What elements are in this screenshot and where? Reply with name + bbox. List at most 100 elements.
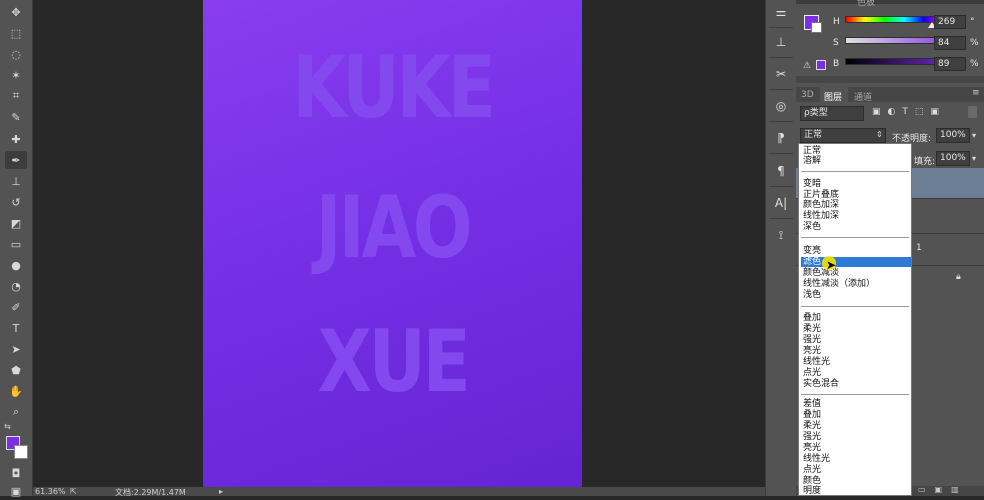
screen-mode-icon[interactable]: ▣ <box>5 482 27 500</box>
move-tool-icon[interactable]: ✥ <box>5 3 27 21</box>
swatches-tab[interactable]: 色板 <box>857 0 875 8</box>
cursor-arrow-icon: ➤ <box>826 258 837 272</box>
path-select-tool-icon[interactable]: ➤ <box>5 340 27 358</box>
shape-tool-icon[interactable]: ⬟ <box>5 361 27 379</box>
blend-option[interactable]: 柔光 <box>801 324 911 334</box>
blend-option[interactable]: 强光 <box>801 432 911 442</box>
tab-layers[interactable]: 图层 <box>824 90 842 103</box>
fill-arrow-icon[interactable]: ▾ <box>972 154 976 163</box>
blend-option[interactable]: 明度 <box>801 486 911 495</box>
healing-brush-tool-icon[interactable]: ✚ <box>5 130 27 148</box>
canvas-text-line-1: KUKE <box>292 38 496 138</box>
blend-option[interactable]: 线性减淡（添加） <box>801 279 911 289</box>
character-panel-icon[interactable]: A| <box>771 193 791 213</box>
zoom-level[interactable]: 61.36% <box>35 487 66 496</box>
brush-panel-icon[interactable]: ⁋ <box>771 128 791 148</box>
blend-mode-arrow-icon[interactable]: ⇕ <box>876 130 883 139</box>
doc-size: 文档:2.29M/1.47M <box>115 488 186 497</box>
fill-label: 填充: <box>914 157 936 167</box>
blend-option[interactable]: 颜色减淡 <box>801 268 911 278</box>
eraser-tool-icon[interactable]: ◩ <box>5 214 27 232</box>
canvas-text-line-2: JIAO <box>315 178 473 278</box>
blend-mode-select[interactable]: 正常 <box>800 128 886 143</box>
marquee-tool-icon[interactable]: ⬚ <box>5 24 27 42</box>
gradient-tool-icon[interactable]: ▭ <box>5 235 27 253</box>
s-label: S <box>833 38 839 48</box>
blend-option[interactable]: 差值 <box>801 399 911 409</box>
brightness-input[interactable]: 89 <box>934 57 966 71</box>
zoom-tool-icon[interactable]: ⌕ <box>5 403 27 421</box>
pen-tool-icon[interactable]: ✐ <box>5 298 27 316</box>
crop-tool-icon[interactable]: ⌗ <box>5 87 27 105</box>
quick-select-tool-icon[interactable]: ✶ <box>5 66 27 84</box>
type-tool-icon[interactable]: T <box>5 319 27 337</box>
clone-source-panel-icon[interactable]: ⊥ <box>771 32 791 52</box>
websafe-color-swatch[interactable] <box>816 60 826 70</box>
document-canvas[interactable]: KUKE JIAO XUE <box>203 0 582 487</box>
panel-menu-icon[interactable]: ≡ <box>972 88 980 98</box>
saturation-input[interactable]: 84 <box>934 36 966 50</box>
blend-option[interactable]: 变暗 <box>801 179 911 189</box>
clone-stamp-tool-icon[interactable]: ⊥ <box>5 172 27 190</box>
opacity-input[interactable]: 100% <box>936 128 970 143</box>
blend-option[interactable]: 点光 <box>801 368 911 378</box>
tab-3d[interactable]: 3D <box>801 90 814 100</box>
blend-option[interactable]: 点光 <box>801 465 911 475</box>
eyedropper-tool-icon[interactable]: ✎ <box>5 108 27 126</box>
blend-option[interactable]: 线性光 <box>801 454 911 464</box>
blend-mode-dropdown[interactable]: 正常 溶解 变暗 正片叠底 颜色加深 线性加深 深色 变亮 滤色 颜色减淡 线性… <box>798 143 912 496</box>
blend-option[interactable]: 颜色加深 <box>801 200 911 210</box>
layer-filter-select[interactable]: ρ类型 <box>800 106 864 121</box>
blend-option[interactable]: 线性光 <box>801 357 911 367</box>
tools-panel: ✥ ⬚ ◌ ✶ ⌗ ✎ ✚ ✒ ⊥ ↺ ◩ ▭ ● ◔ ✐ T ➤ ⬟ ✋ ⌕ … <box>0 0 33 498</box>
history-brush-tool-icon[interactable]: ↺ <box>5 193 27 211</box>
panel-icon-strip: ⚌ ⊥ ✂ ◎ ⁋ ¶ A| ⟟ <box>765 0 797 496</box>
tab-channels[interactable]: 通道 <box>854 90 872 103</box>
blend-option[interactable]: 正片叠底 <box>801 190 911 200</box>
blend-option[interactable]: 强光 <box>801 335 911 345</box>
canvas-text-line-3: XUE <box>317 312 471 412</box>
dodge-tool-icon[interactable]: ◔ <box>5 277 27 295</box>
blend-option[interactable]: 叠加 <box>801 410 911 420</box>
fill-input[interactable]: 100% <box>936 151 970 166</box>
swap-colors-icon[interactable]: ⇆ <box>4 422 11 431</box>
blend-option[interactable]: 深色 <box>801 222 911 232</box>
layer-name: 1 <box>916 243 922 253</box>
blend-option[interactable]: 正常 <box>801 146 911 156</box>
paragraph-panel-icon[interactable]: ¶ <box>771 161 791 181</box>
h-label: H <box>833 17 840 27</box>
blend-option[interactable]: 亮光 <box>801 443 911 453</box>
swatch-panel-icon[interactable]: ◎ <box>771 96 791 116</box>
history-panel-icon[interactable]: ⚌ <box>771 2 791 22</box>
share-icon[interactable]: ⇱ <box>70 487 77 496</box>
b-label: B <box>833 59 840 69</box>
blend-option-selected[interactable]: 滤色 <box>801 257 911 267</box>
blend-option[interactable]: 亮光 <box>801 346 911 356</box>
actions-panel-icon[interactable]: ⟟ <box>771 225 791 245</box>
lasso-tool-icon[interactable]: ◌ <box>5 45 27 63</box>
brush-tool-icon[interactable]: ✒ <box>5 151 27 169</box>
warning-icon[interactable]: ⚠ <box>803 61 811 71</box>
color-bg-swatch[interactable] <box>811 22 822 33</box>
blend-option[interactable]: 叠加 <box>801 313 911 323</box>
blend-option[interactable]: 浅色 <box>801 290 911 300</box>
quick-mask-icon[interactable]: ◘ <box>5 464 27 482</box>
filter-toggle[interactable] <box>968 106 977 118</box>
blend-option[interactable]: 溶解 <box>801 156 911 166</box>
background-color-swatch[interactable] <box>14 445 28 459</box>
blend-option[interactable]: 实色混合 <box>801 379 911 389</box>
opacity-arrow-icon[interactable]: ▾ <box>972 131 976 140</box>
layers-footer-icons[interactable]: ▭▣▥ <box>918 485 968 494</box>
blur-tool-icon[interactable]: ● <box>5 256 27 274</box>
blend-option[interactable]: 柔光 <box>801 421 911 431</box>
tool-presets-panel-icon[interactable]: ✂ <box>771 64 791 84</box>
blend-option[interactable]: 颜色 <box>801 476 911 486</box>
lock-icon: 🔒︎ <box>956 272 961 282</box>
layer-filter-icons[interactable]: ▣◐T⬚▣ <box>872 107 946 117</box>
hue-input[interactable]: 269 <box>934 15 966 29</box>
blend-option[interactable]: 变亮 <box>801 246 911 256</box>
blend-option[interactable]: 线性加深 <box>801 211 911 221</box>
hand-tool-icon[interactable]: ✋ <box>5 382 27 400</box>
status-bar: 61.36% ⇱ 文档:2.29M/1.47M ▸ <box>33 487 765 497</box>
status-menu-arrow-icon[interactable]: ▸ <box>219 487 223 496</box>
